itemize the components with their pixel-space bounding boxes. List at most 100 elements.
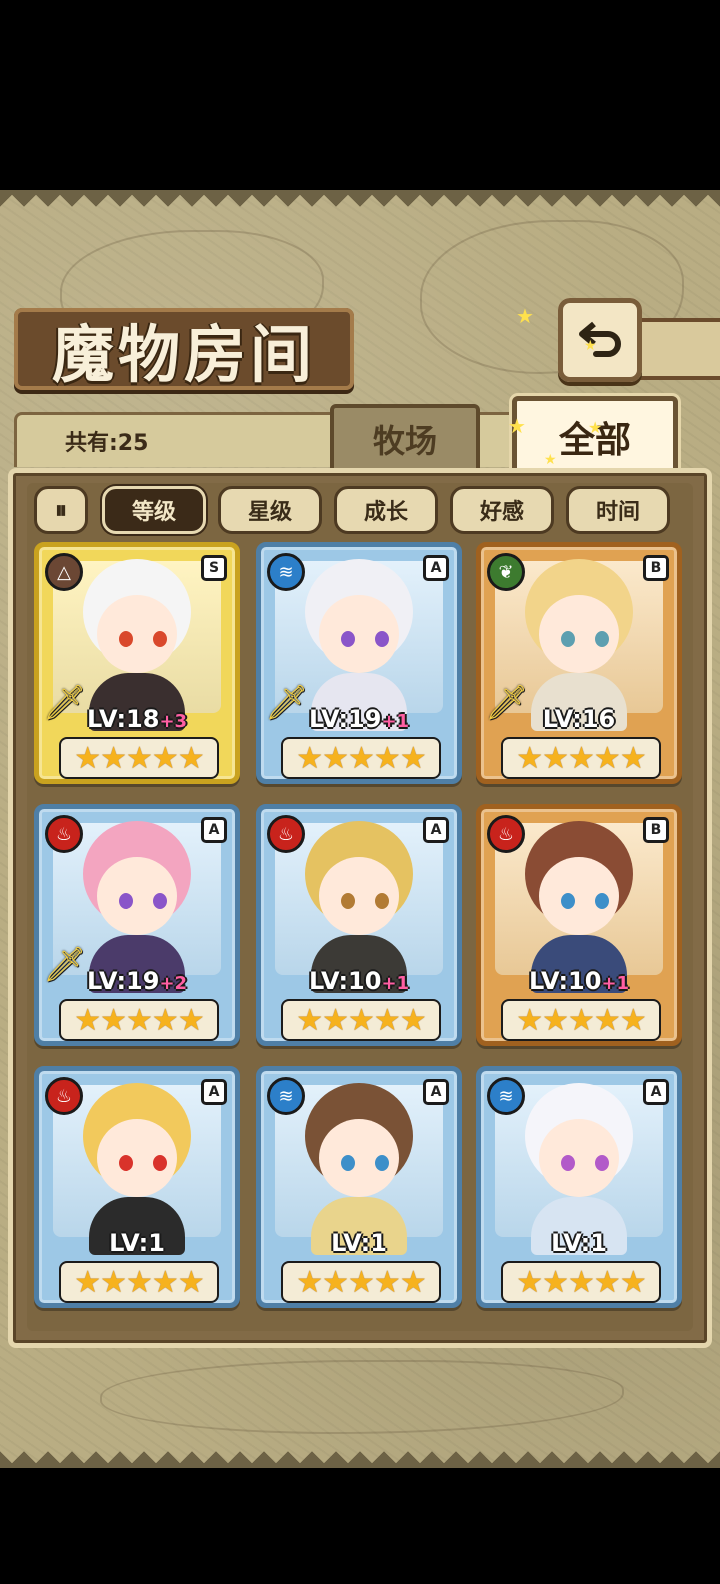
- sort-order-toggle[interactable]: ⏸: [34, 486, 88, 534]
- monster-card[interactable]: △ S 🗡 LV:18+3 ★★★★★: [34, 542, 240, 784]
- back-rail: [640, 318, 720, 380]
- monster-eye: [595, 1155, 609, 1171]
- monster-card[interactable]: ♨ A LV:10+1 ★★★★★: [256, 804, 462, 1046]
- sort-star-button[interactable]: 星级: [218, 486, 322, 534]
- star-rating: ★★★★★: [59, 999, 219, 1041]
- rank-badge: A: [423, 555, 449, 581]
- sparkle-icon: ★: [516, 304, 534, 328]
- monster-eye: [595, 631, 609, 647]
- level-label: LV:16: [481, 705, 677, 733]
- monster-eye: [119, 1155, 133, 1171]
- monster-eye: [561, 631, 575, 647]
- level-label: LV:1: [261, 1229, 457, 1257]
- sparkle-icon: ★: [584, 338, 597, 354]
- element-fire-icon: ♨: [267, 815, 305, 853]
- level-label: LV:18+3: [39, 705, 235, 733]
- level-bonus: +2: [159, 973, 188, 994]
- sort-level-button[interactable]: 等级: [102, 486, 206, 534]
- level-value: LV:19: [86, 967, 160, 995]
- element-water-icon: ≋: [267, 1077, 305, 1115]
- star-rating: ★★★★★: [501, 737, 661, 779]
- page-title: 魔物房间: [51, 318, 316, 391]
- element-water-icon: ≋: [267, 553, 305, 591]
- star-rating: ★★★★★: [281, 737, 441, 779]
- monster-card[interactable]: ≋ A LV:1 ★★★★★: [256, 1066, 462, 1308]
- sort-growth-button[interactable]: 成长: [334, 486, 438, 534]
- star-rating: ★★★★★: [501, 1261, 661, 1303]
- monster-eye: [341, 1155, 355, 1171]
- monster-eye: [341, 631, 355, 647]
- monster-eye: [561, 893, 575, 909]
- rank-badge: A: [423, 1079, 449, 1105]
- monster-eye: [119, 631, 133, 647]
- level-label: LV:1: [481, 1229, 677, 1257]
- element-fire-icon: ♨: [45, 815, 83, 853]
- sparkle-icon: ★: [588, 418, 603, 437]
- monster-card[interactable]: ♨ B LV:10+1 ★★★★★: [476, 804, 682, 1046]
- rank-badge: S: [201, 555, 227, 581]
- star-rating: ★★★★★: [281, 1261, 441, 1303]
- level-label: LV:19+2: [39, 967, 235, 995]
- level-value: LV:19: [308, 705, 382, 733]
- level-value: LV:18: [86, 705, 160, 733]
- monster-eye: [153, 631, 167, 647]
- element-wood-icon: ❦: [487, 553, 525, 591]
- tab-ranch[interactable]: 牧场: [330, 404, 480, 474]
- level-value: LV:10: [528, 967, 602, 995]
- top-border: [0, 190, 720, 224]
- level-bonus: +1: [601, 973, 630, 994]
- bottom-border: [0, 1438, 720, 1468]
- rank-badge: A: [201, 1079, 227, 1105]
- tab-all[interactable]: 全部: [512, 396, 678, 478]
- level-bonus: +1: [381, 711, 410, 732]
- sort-time-button[interactable]: 时间: [566, 486, 670, 534]
- game-screen: 魔物房间 ★ ★ 共有:25 牧场 全部 ★ ★ ★ ⏸ 等级 星级 成长 好感…: [0, 190, 720, 1468]
- page-title-banner: 魔物房间: [14, 308, 354, 391]
- level-label: LV:19+1: [261, 705, 457, 733]
- monster-card[interactable]: ≋ A LV:1 ★★★★★: [476, 1066, 682, 1308]
- monster-card[interactable]: ♨ A LV:1 ★★★★★: [34, 1066, 240, 1308]
- level-label: LV:10+1: [481, 967, 677, 995]
- monster-card[interactable]: ♨ A 🗡 LV:19+2 ★★★★★: [34, 804, 240, 1046]
- rank-badge: A: [423, 817, 449, 843]
- monster-eye: [341, 893, 355, 909]
- element-water-icon: ≋: [487, 1077, 525, 1115]
- monster-eye: [561, 1155, 575, 1171]
- rank-badge: B: [643, 817, 669, 843]
- monster-count: 共有:25: [65, 431, 149, 456]
- element-earth-icon: △: [45, 553, 83, 591]
- monster-eye: [375, 893, 389, 909]
- star-rating: ★★★★★: [501, 999, 661, 1041]
- back-button[interactable]: [558, 298, 642, 382]
- level-value: LV:1: [551, 1229, 607, 1257]
- element-fire-icon: ♨: [487, 815, 525, 853]
- level-bonus: +1: [381, 973, 410, 994]
- monster-eye: [153, 893, 167, 909]
- map-decoration: [100, 1360, 624, 1434]
- element-fire-icon: ♨: [45, 1077, 83, 1115]
- monster-card[interactable]: ❦ B 🗡 LV:16 ★★★★★: [476, 542, 682, 784]
- monster-eye: [595, 893, 609, 909]
- level-bonus: +3: [159, 711, 188, 732]
- monster-card[interactable]: ≋ A 🗡 LV:19+1 ★★★★★: [256, 542, 462, 784]
- monster-eye: [119, 893, 133, 909]
- sparkle-icon: ★: [544, 452, 557, 468]
- level-label: LV:10+1: [261, 967, 457, 995]
- level-value: LV:1: [109, 1229, 165, 1257]
- rank-badge: A: [643, 1079, 669, 1105]
- star-rating: ★★★★★: [59, 1261, 219, 1303]
- monster-eye: [153, 1155, 167, 1171]
- level-value: LV:10: [308, 967, 382, 995]
- back-arrow-icon: [579, 321, 621, 357]
- star-rating: ★★★★★: [59, 737, 219, 779]
- rank-badge: A: [201, 817, 227, 843]
- sparkle-icon: ★: [508, 414, 526, 438]
- star-rating: ★★★★★: [281, 999, 441, 1041]
- monster-eye: [375, 631, 389, 647]
- rank-badge: B: [643, 555, 669, 581]
- sort-bar: ⏸ 等级 星级 成长 好感 时间: [20, 482, 680, 536]
- level-value: LV:16: [542, 705, 616, 733]
- level-label: LV:1: [39, 1229, 235, 1257]
- monster-eye: [375, 1155, 389, 1171]
- sort-affection-button[interactable]: 好感: [450, 486, 554, 534]
